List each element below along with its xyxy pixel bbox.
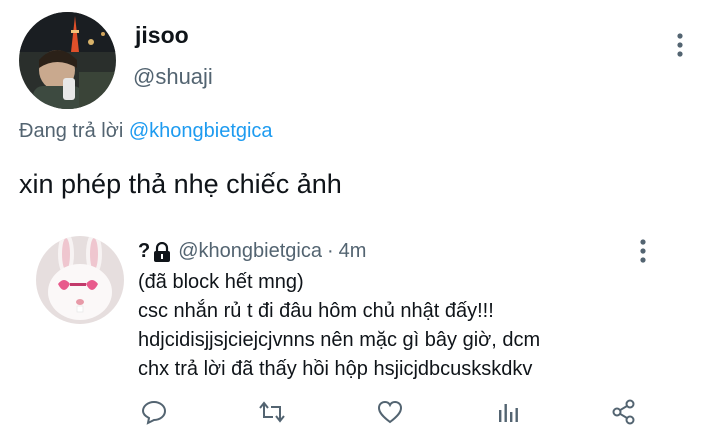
replying-to-mention[interactable]: @khongbietgica [129, 120, 273, 142]
more-options-button[interactable] [670, 32, 690, 58]
quoted-author-avatar[interactable] [36, 236, 124, 324]
quoted-author-handle[interactable]: @khongbietgica [178, 240, 322, 263]
more-vertical-icon [677, 33, 683, 57]
replying-to-line: Đang trả lời @khongbietgica [19, 120, 273, 143]
analytics-icon [499, 404, 518, 422]
quoted-text-line: (đã block hết mng) [138, 271, 304, 293]
analytics-button[interactable] [494, 398, 522, 426]
quoted-header: ? @khongbietgica · 4m [138, 240, 366, 263]
quoted-author-name[interactable]: ? [138, 240, 150, 263]
reply-button[interactable] [140, 398, 168, 426]
author-handle[interactable]: @shuaji [133, 64, 213, 90]
tweet-text: xin phép thả nhẹ chiếc ảnh [19, 169, 342, 199]
replying-prefix: Đang trả lời [19, 120, 129, 142]
retweet-button[interactable] [258, 398, 286, 426]
quoted-text-line: hdjcidisjjsjciejcjvnns nên mặc gì bây gi… [138, 329, 541, 351]
action-bar [0, 398, 720, 428]
share-icon [612, 399, 635, 425]
lock-icon [153, 241, 171, 262]
quoted-text-line: chx trả lời đã thấy hồi hộp hsjicjdbcusk… [138, 358, 533, 380]
retweet-icon [259, 401, 285, 423]
quoted-separator: · [326, 240, 334, 262]
quoted-avatar-photo [36, 236, 124, 324]
share-button[interactable] [610, 398, 638, 426]
quoted-tweet-text: (đã block hết mng) csc nhắn rủ t đi đâu … [138, 268, 658, 384]
quoted-text-line: csc nhắn rủ t đi đâu hôm chủ nhật đấy!!! [138, 300, 494, 322]
like-button[interactable] [376, 398, 404, 426]
reply-icon [141, 400, 167, 425]
author-name[interactable]: jisoo [135, 22, 189, 49]
quoted-more-options-button[interactable] [633, 238, 653, 264]
like-icon [377, 400, 403, 424]
more-vertical-icon [640, 239, 646, 263]
author-avatar[interactable] [19, 12, 116, 109]
author-avatar-photo [19, 12, 116, 109]
quoted-timestamp[interactable]: 4m [339, 240, 367, 263]
